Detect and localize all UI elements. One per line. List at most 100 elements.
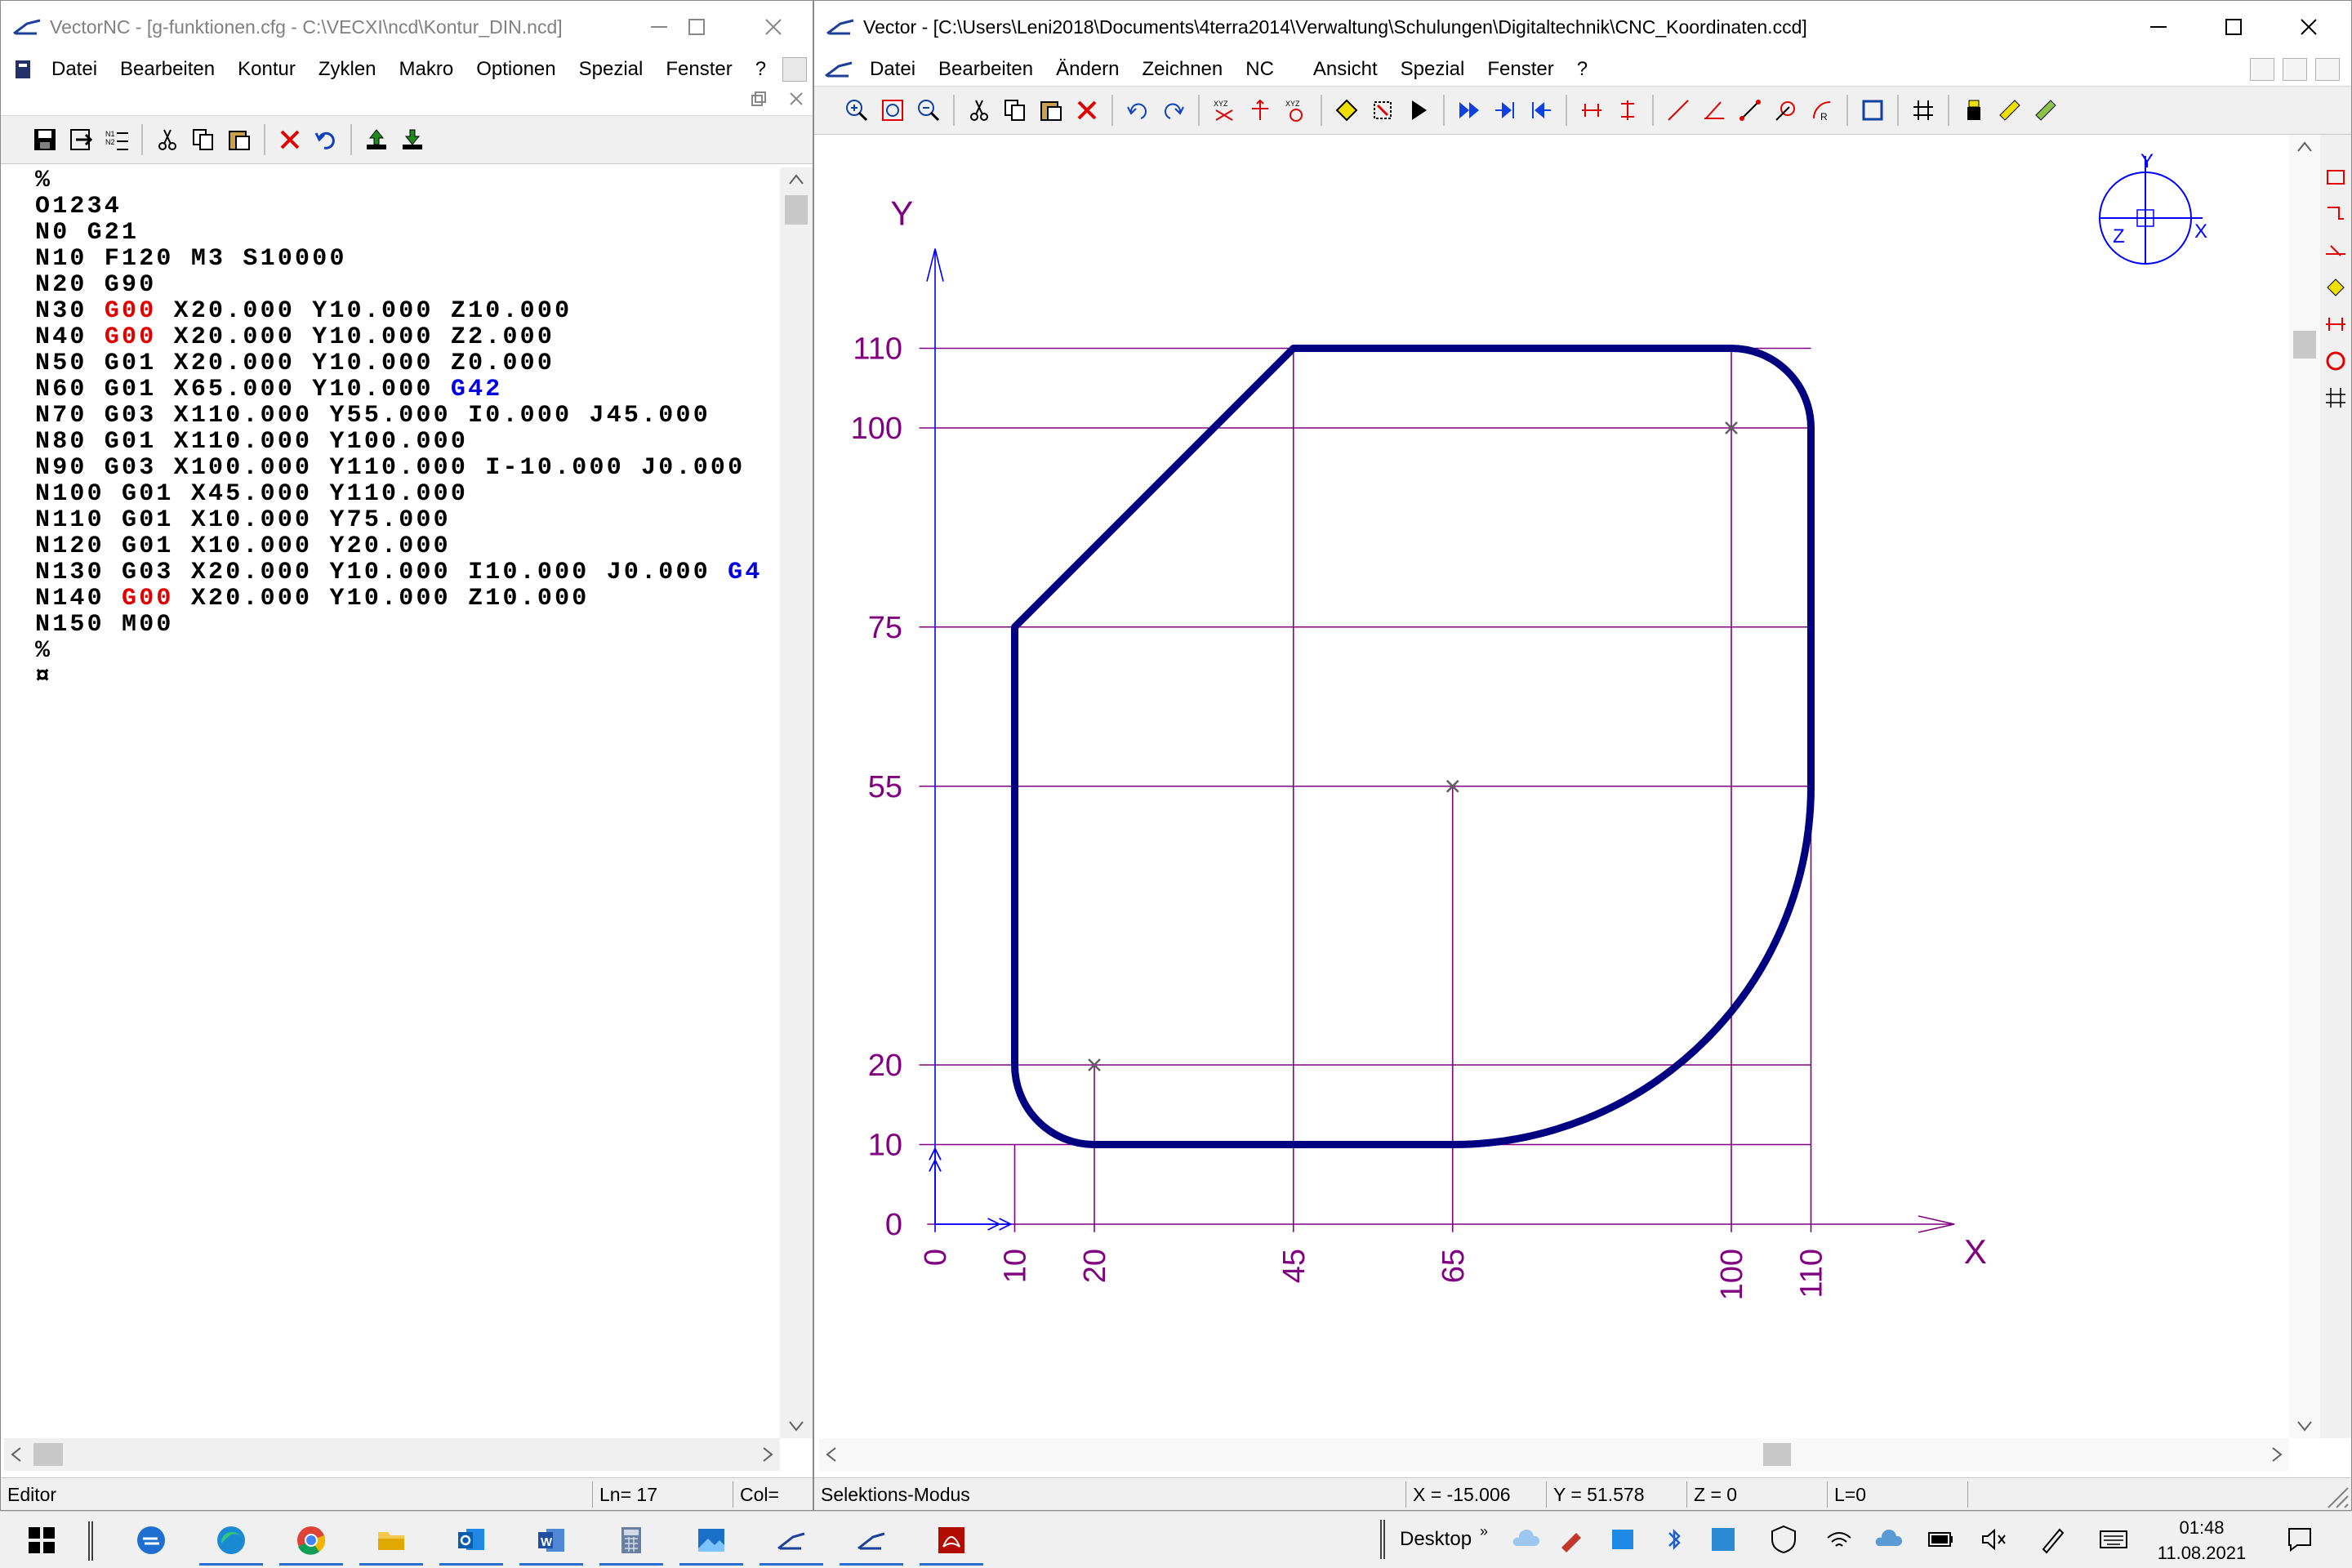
step-side-button[interactable] [2323, 201, 2349, 227]
scroll-right-icon[interactable] [2265, 1438, 2289, 1471]
notifications-button[interactable] [2283, 1523, 2316, 1556]
rectangle-button[interactable] [1855, 92, 1891, 128]
calculator-taskbar-button[interactable] [595, 1515, 668, 1566]
code-line[interactable]: N60 G01 X65.000 Y10.000 G42 [4, 376, 780, 403]
code-line[interactable]: N130 G03 X20.000 Y10.000 I10.000 J0.000 … [4, 559, 780, 586]
canvas-vertical-scrollbar[interactable] [2289, 135, 2320, 1438]
xyz-rotate-button[interactable]: XYZ [1278, 92, 1314, 128]
bluetooth-tray-button[interactable] [1658, 1523, 1690, 1556]
chrome-taskbar-button[interactable] [274, 1515, 348, 1566]
grid-side-button[interactable] [2323, 385, 2349, 411]
close-button[interactable] [736, 1, 811, 53]
list-button[interactable]: N1 N2 [99, 122, 135, 158]
menu-fenster[interactable]: Fenster [654, 58, 743, 81]
diamond-button[interactable] [1329, 92, 1365, 128]
word-taskbar-button[interactable]: W [514, 1515, 588, 1566]
editor-horizontal-scrollbar[interactable] [4, 1438, 780, 1471]
cad-drawing[interactable]: X Y 0 10 20 55 75 100 110 0 10 20 45 65 100 110 Y Z X [819, 135, 2286, 1438]
cut-button[interactable] [149, 122, 185, 158]
export-button[interactable] [63, 122, 99, 158]
scroll-thumb[interactable] [2293, 331, 2316, 359]
undo-button[interactable] [1120, 92, 1156, 128]
network-app-tray-button[interactable] [1707, 1523, 1740, 1556]
pdf-taskbar-button[interactable] [915, 1515, 988, 1566]
menu-fenster[interactable]: Fenster [1476, 58, 1565, 81]
outlook-taskbar-button[interactable] [434, 1515, 508, 1566]
code-line[interactable]: N10 F120 M3 S10000 [4, 246, 780, 272]
dimension-v-button[interactable] [1610, 92, 1646, 128]
line-button[interactable] [1660, 92, 1696, 128]
redo-button[interactable] [1156, 92, 1192, 128]
document-icon[interactable] [824, 57, 853, 82]
scroll-right-icon[interactable] [755, 1438, 780, 1471]
nc-code-editor[interactable]: % O1234 N0 G21 N10 F120 M3 S10000 N20 G90 N30… [4, 167, 780, 1438]
code-line[interactable]: ¤ [4, 664, 780, 690]
menu-spezial[interactable]: Spezial [568, 58, 655, 81]
rect-side-button[interactable] [2323, 164, 2349, 190]
menu-ansicht[interactable]: Ansicht [1302, 58, 1389, 81]
step-back-button[interactable] [1523, 92, 1559, 128]
scroll-down-icon[interactable] [780, 1414, 813, 1438]
maximize-button[interactable] [2196, 1, 2271, 53]
explorer-taskbar-button[interactable] [354, 1515, 428, 1566]
hscroll-thumb[interactable] [1763, 1443, 1791, 1466]
edge-taskbar-button[interactable] [194, 1515, 268, 1566]
measure-button[interactable] [1365, 92, 1401, 128]
mdi-minimize-button[interactable] [2250, 58, 2274, 81]
vectornc-window[interactable]: VectorNC - [g-funktionen.cfg - C:\VECXI\… [0, 0, 813, 1511]
menu-help[interactable]: ? [1566, 58, 1599, 81]
tool-button[interactable] [1956, 92, 1992, 128]
delete-button[interactable] [1069, 92, 1105, 128]
desktop-expand-icon[interactable]: » [1480, 1523, 1488, 1540]
scroll-up-icon[interactable] [2289, 135, 2320, 159]
mdi-close-button[interactable] [2315, 58, 2340, 81]
start-taskbar-button[interactable] [5, 1515, 78, 1566]
scroll-down-icon[interactable] [2289, 1414, 2320, 1438]
code-line[interactable]: N40 G00 X20.000 Y10.000 Z2.000 [4, 324, 780, 350]
line-length-button[interactable] [1732, 92, 1768, 128]
code-line[interactable]: N90 G03 X100.000 Y110.000 I-10.000 J0.00… [4, 455, 780, 481]
volume-muted-tray-button[interactable] [1978, 1523, 2011, 1556]
mdi-close-icon[interactable] [786, 89, 806, 109]
zoom-in-button[interactable] [839, 92, 875, 128]
menu-makro[interactable]: Makro [388, 58, 466, 81]
radius-button[interactable]: R [1804, 92, 1840, 128]
menu-datei[interactable]: Datei [858, 58, 927, 81]
outlook-tray-tray-button[interactable] [1607, 1523, 1640, 1556]
move-button[interactable] [1242, 92, 1278, 128]
menu-datei[interactable]: Datei [40, 58, 109, 81]
ruler-button[interactable] [1992, 92, 2028, 128]
scroll-left-icon[interactable] [4, 1438, 29, 1471]
menu-zyklen[interactable]: Zyklen [307, 58, 388, 81]
code-line[interactable]: N120 G01 X10.000 Y20.000 [4, 533, 780, 559]
document-icon[interactable] [11, 57, 35, 82]
vector-taskbar-button[interactable] [835, 1515, 908, 1566]
code-line[interactable]: N110 G01 X10.000 Y75.000 [4, 507, 780, 533]
cut-button[interactable] [961, 92, 997, 128]
minimize-button[interactable] [2121, 1, 2196, 53]
hscroll-thumb[interactable] [33, 1443, 63, 1466]
close-button[interactable] [2271, 1, 2346, 53]
right-titlebar[interactable]: Vector - [C:\Users\Leni2018\Documents\4t… [814, 1, 2351, 53]
code-line[interactable]: N80 G01 X110.000 Y100.000 [4, 429, 780, 455]
pen-tray-button[interactable] [2037, 1523, 2069, 1556]
sync-taskbar-button[interactable] [114, 1515, 188, 1566]
code-line[interactable]: N70 G03 X110.000 Y55.000 I0.000 J45.000 [4, 403, 780, 429]
menu-aendern[interactable]: Ändern [1045, 58, 1130, 81]
battery-tray-button[interactable] [1924, 1523, 1957, 1556]
circle-tangent-button[interactable] [1768, 92, 1804, 128]
undo-button[interactable] [308, 122, 344, 158]
dimension-side-button[interactable] [2323, 311, 2349, 337]
keyboard-tray-button[interactable] [2097, 1523, 2130, 1556]
select-arrow-button[interactable] [1401, 92, 1437, 128]
download-button[interactable] [394, 122, 430, 158]
code-line[interactable]: N100 G01 X45.000 Y110.000 [4, 481, 780, 507]
code-line[interactable]: % [4, 167, 780, 194]
editor-vertical-scrollbar[interactable] [780, 167, 813, 1438]
wifi-tray-button[interactable] [1823, 1523, 1855, 1556]
menu-nc[interactable]: NC [1234, 58, 1285, 81]
menu-kontur[interactable]: Kontur [226, 58, 307, 81]
vector-window[interactable]: Vector - [C:\Users\Leni2018\Documents\4t… [813, 0, 2352, 1511]
security-tray-button[interactable] [1767, 1523, 1800, 1556]
photos-taskbar-button[interactable] [675, 1515, 748, 1566]
